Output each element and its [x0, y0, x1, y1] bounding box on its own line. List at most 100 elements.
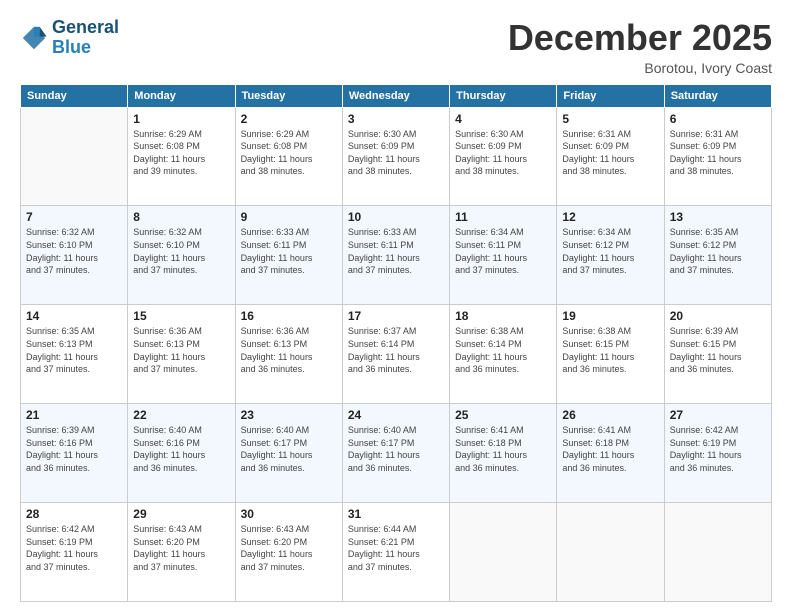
day-number: 21 [26, 408, 122, 422]
day-info: Sunrise: 6:30 AM Sunset: 6:09 PM Dayligh… [348, 128, 444, 178]
day-number: 6 [670, 112, 766, 126]
day-info: Sunrise: 6:41 AM Sunset: 6:18 PM Dayligh… [562, 424, 658, 474]
day-cell [21, 107, 128, 206]
day-number: 27 [670, 408, 766, 422]
day-number: 14 [26, 309, 122, 323]
month-title: December 2025 [508, 18, 772, 58]
day-cell: 12 Sunrise: 6:34 AM Sunset: 6:12 PM Dayli… [557, 206, 664, 305]
weekday-header-saturday: Saturday [664, 84, 771, 107]
day-info: Sunrise: 6:39 AM Sunset: 6:15 PM Dayligh… [670, 325, 766, 375]
logo: General Blue [20, 18, 119, 58]
day-cell: 16 Sunrise: 6:36 AM Sunset: 6:13 PM Dayli… [235, 305, 342, 404]
weekday-header-sunday: Sunday [21, 84, 128, 107]
day-cell: 7Sunrise: 6:32 AM Sunset: 6:10 PM Daylig… [21, 206, 128, 305]
day-cell: 5 Sunrise: 6:31 AM Sunset: 6:09 PM Daylig… [557, 107, 664, 206]
day-info: Sunrise: 6:36 AM Sunset: 6:13 PM Dayligh… [133, 325, 229, 375]
weekday-header-wednesday: Wednesday [342, 84, 449, 107]
header: General Blue December 2025 Borotou, Ivor… [20, 18, 772, 76]
logo-line1: General [52, 18, 119, 38]
day-info: Sunrise: 6:44 AM Sunset: 6:21 PM Dayligh… [348, 523, 444, 573]
day-cell: 3 Sunrise: 6:30 AM Sunset: 6:09 PM Daylig… [342, 107, 449, 206]
day-number: 29 [133, 507, 229, 521]
weekday-header-tuesday: Tuesday [235, 84, 342, 107]
day-number: 24 [348, 408, 444, 422]
day-info: Sunrise: 6:30 AM Sunset: 6:09 PM Dayligh… [455, 128, 551, 178]
day-info: Sunrise: 6:38 AM Sunset: 6:14 PM Dayligh… [455, 325, 551, 375]
day-cell: 10Sunrise: 6:33 AM Sunset: 6:11 PM Dayli… [342, 206, 449, 305]
day-number: 23 [241, 408, 337, 422]
day-info: Sunrise: 6:31 AM Sunset: 6:09 PM Dayligh… [562, 128, 658, 178]
day-number: 15 [133, 309, 229, 323]
day-cell [450, 503, 557, 602]
logo-text: General Blue [52, 18, 119, 58]
day-number: 17 [348, 309, 444, 323]
day-number: 12 [562, 210, 658, 224]
day-info: Sunrise: 6:29 AM Sunset: 6:08 PM Dayligh… [133, 128, 229, 178]
day-info: Sunrise: 6:34 AM Sunset: 6:12 PM Dayligh… [562, 226, 658, 276]
day-cell: 30Sunrise: 6:43 AM Sunset: 6:20 PM Dayli… [235, 503, 342, 602]
day-cell: 27 Sunrise: 6:42 AM Sunset: 6:19 PM Dayli… [664, 404, 771, 503]
day-cell: 26 Sunrise: 6:41 AM Sunset: 6:18 PM Dayli… [557, 404, 664, 503]
week-row-3: 14Sunrise: 6:35 AM Sunset: 6:13 PM Dayli… [21, 305, 772, 404]
day-cell: 24Sunrise: 6:40 AM Sunset: 6:17 PM Dayli… [342, 404, 449, 503]
day-info: Sunrise: 6:36 AM Sunset: 6:13 PM Dayligh… [241, 325, 337, 375]
day-number: 28 [26, 507, 122, 521]
day-info: Sunrise: 6:32 AM Sunset: 6:10 PM Dayligh… [133, 226, 229, 276]
day-number: 2 [241, 112, 337, 126]
week-row-4: 21 Sunrise: 6:39 AM Sunset: 6:16 PM Dayli… [21, 404, 772, 503]
day-number: 1 [133, 112, 229, 126]
day-number: 11 [455, 210, 551, 224]
day-cell: 29Sunrise: 6:43 AM Sunset: 6:20 PM Dayli… [128, 503, 235, 602]
day-info: Sunrise: 6:42 AM Sunset: 6:19 PM Dayligh… [26, 523, 122, 573]
weekday-header-friday: Friday [557, 84, 664, 107]
day-number: 10 [348, 210, 444, 224]
calendar-table: SundayMondayTuesdayWednesdayThursdayFrid… [20, 84, 772, 602]
day-cell: 21 Sunrise: 6:39 AM Sunset: 6:16 PM Dayli… [21, 404, 128, 503]
day-number: 19 [562, 309, 658, 323]
day-number: 5 [562, 112, 658, 126]
day-info: Sunrise: 6:34 AM Sunset: 6:11 PM Dayligh… [455, 226, 551, 276]
day-number: 26 [562, 408, 658, 422]
day-info: Sunrise: 6:31 AM Sunset: 6:09 PM Dayligh… [670, 128, 766, 178]
day-number: 4 [455, 112, 551, 126]
day-info: Sunrise: 6:43 AM Sunset: 6:20 PM Dayligh… [241, 523, 337, 573]
week-row-2: 7 Sunrise: 6:32 AM Sunset: 6:10 PM Daylig… [21, 206, 772, 305]
day-cell: 13Sunrise: 6:35 AM Sunset: 6:12 PM Dayli… [664, 206, 771, 305]
day-cell [664, 503, 771, 602]
day-cell: 18Sunrise: 6:38 AM Sunset: 6:14 PM Dayli… [450, 305, 557, 404]
week-row-1: 1 Sunrise: 6:29 AM Sunset: 6:08 PM Daylig… [21, 107, 772, 206]
day-number: 16 [241, 309, 337, 323]
day-cell: 2 Sunrise: 6:29 AM Sunset: 6:08 PM Daylig… [235, 107, 342, 206]
day-cell: 22 Sunrise: 6:40 AM Sunset: 6:16 PM Dayli… [128, 404, 235, 503]
day-cell: 17 Sunrise: 6:37 AM Sunset: 6:14 PM Dayli… [342, 305, 449, 404]
weekday-header-thursday: Thursday [450, 84, 557, 107]
day-info: Sunrise: 6:33 AM Sunset: 6:11 PM Dayligh… [241, 226, 337, 276]
day-number: 22 [133, 408, 229, 422]
day-cell: 25Sunrise: 6:41 AM Sunset: 6:18 PM Dayli… [450, 404, 557, 503]
title-block: December 2025 Borotou, Ivory Coast [508, 18, 772, 76]
day-cell: 31Sunrise: 6:44 AM Sunset: 6:21 PM Dayli… [342, 503, 449, 602]
day-info: Sunrise: 6:29 AM Sunset: 6:08 PM Dayligh… [241, 128, 337, 178]
day-info: Sunrise: 6:40 AM Sunset: 6:16 PM Dayligh… [133, 424, 229, 474]
day-number: 25 [455, 408, 551, 422]
day-cell: 28 Sunrise: 6:42 AM Sunset: 6:19 PM Dayli… [21, 503, 128, 602]
day-info: Sunrise: 6:37 AM Sunset: 6:14 PM Dayligh… [348, 325, 444, 375]
day-cell: 8Sunrise: 6:32 AM Sunset: 6:10 PM Daylig… [128, 206, 235, 305]
day-cell: 20 Sunrise: 6:39 AM Sunset: 6:15 PM Dayli… [664, 305, 771, 404]
day-number: 9 [241, 210, 337, 224]
day-cell: 4 Sunrise: 6:30 AM Sunset: 6:09 PM Daylig… [450, 107, 557, 206]
logo-icon [20, 24, 48, 52]
day-cell [557, 503, 664, 602]
day-number: 3 [348, 112, 444, 126]
day-info: Sunrise: 6:39 AM Sunset: 6:16 PM Dayligh… [26, 424, 122, 474]
day-cell: 23Sunrise: 6:40 AM Sunset: 6:17 PM Dayli… [235, 404, 342, 503]
location: Borotou, Ivory Coast [508, 60, 772, 76]
day-number: 20 [670, 309, 766, 323]
day-number: 7 [26, 210, 122, 224]
day-info: Sunrise: 6:42 AM Sunset: 6:19 PM Dayligh… [670, 424, 766, 474]
day-cell: 9 Sunrise: 6:33 AM Sunset: 6:11 PM Daylig… [235, 206, 342, 305]
page: General Blue December 2025 Borotou, Ivor… [0, 0, 792, 612]
week-row-5: 28 Sunrise: 6:42 AM Sunset: 6:19 PM Dayli… [21, 503, 772, 602]
weekday-header-row: SundayMondayTuesdayWednesdayThursdayFrid… [21, 84, 772, 107]
day-cell: 1 Sunrise: 6:29 AM Sunset: 6:08 PM Daylig… [128, 107, 235, 206]
